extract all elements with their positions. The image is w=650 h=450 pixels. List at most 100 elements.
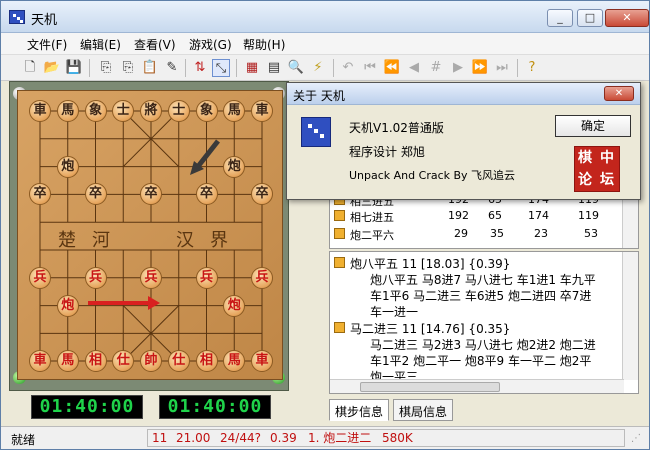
moves-scrollbar[interactable]: [622, 198, 638, 248]
toolbar-separator: [517, 59, 518, 77]
menu-view[interactable]: 查看(V): [134, 36, 176, 53]
analysis-line: 车1平6 马二进三 车6进5 炮二进四 卒7进: [370, 289, 592, 303]
piece-black-elephant[interactable]: 象: [84, 100, 107, 122]
copy-icon[interactable]: ⎘: [97, 59, 115, 77]
resize-grip-icon[interactable]: ⋰: [631, 433, 641, 444]
piece-red-elephant[interactable]: 相: [84, 350, 107, 372]
checkbox-icon[interactable]: [334, 228, 345, 239]
dialog-crack: Unpack And Crack By 飞风追云: [349, 169, 516, 182]
analysis-line: 炮八平五 11 [18.03] {0.39}: [350, 257, 511, 271]
undo-icon[interactable]: ↶: [339, 59, 357, 77]
piece-red-chariot[interactable]: 車: [251, 350, 273, 372]
clock-right: 01:40:00: [159, 395, 271, 419]
piece-black-advisor[interactable]: 士: [167, 100, 190, 122]
moves-list[interactable]: 相三进五 192 65 174 119 相七进五 192 65 174 119 …: [329, 197, 639, 249]
piece-black-pawn[interactable]: 卒: [195, 183, 218, 206]
piece-red-pawn[interactable]: 兵: [140, 266, 162, 289]
piece-black-cannon[interactable]: 炮: [56, 155, 79, 178]
board-view-icon[interactable]: ▤: [265, 59, 283, 77]
hash-icon[interactable]: #: [427, 59, 445, 77]
piece-red-elephant[interactable]: 相: [195, 350, 218, 372]
piece-black-general[interactable]: 將: [140, 100, 162, 122]
menu-edit[interactable]: 编辑(E): [80, 36, 121, 53]
piece-black-chariot[interactable]: 車: [251, 100, 273, 122]
window-title: 天机: [31, 13, 58, 28]
piece-red-advisor[interactable]: 仕: [167, 350, 190, 372]
board-frame: 楚河 汉界 車 馬 象 士 將 士 象 馬 車 炮 炮 卒 卒 卒 卒 卒 兵 …: [9, 81, 289, 391]
piece-black-cannon[interactable]: 炮: [223, 155, 246, 178]
dialog-version: 天机V1.02普通版: [349, 121, 444, 135]
minimize-button[interactable]: _: [547, 9, 573, 27]
piece-red-pawn[interactable]: 兵: [84, 266, 107, 289]
piece-red-pawn[interactable]: 兵: [251, 266, 273, 289]
next-five-icon[interactable]: ⏩: [471, 59, 489, 77]
checkbox-icon[interactable]: [334, 257, 345, 268]
prev-move-icon[interactable]: ◀: [405, 59, 423, 77]
help-icon[interactable]: ?: [523, 59, 541, 77]
piece-red-pawn[interactable]: 兵: [29, 266, 51, 289]
open-folder-icon[interactable]: 📂: [43, 59, 61, 77]
dialog-title-bar: 关于 天机 ✕: [287, 83, 640, 105]
piece-black-pawn[interactable]: 卒: [84, 183, 107, 206]
toolbar-separator: [236, 59, 237, 77]
piece-red-horse[interactable]: 馬: [56, 350, 79, 372]
app-logo-icon: [301, 117, 331, 147]
edit-icon[interactable]: ✎: [163, 59, 181, 77]
status-ready: 就绪: [11, 433, 36, 447]
zoom-icon[interactable]: 🔍: [287, 59, 305, 77]
app-icon: [9, 10, 25, 24]
tab-game-info[interactable]: 棋局信息: [393, 399, 454, 421]
info-tabs: 棋步信息 棋局信息: [329, 399, 639, 421]
dialog-close-button[interactable]: ✕: [604, 86, 634, 101]
board-setup-icon[interactable]: ▦: [243, 59, 261, 77]
main-window: 天机 _ □ ✕ 文件(F) 编辑(E) 查看(V) 游戏(G) 帮助(H) 🗋…: [0, 0, 650, 450]
paste-icon[interactable]: 📋: [141, 59, 159, 77]
chess-board[interactable]: 楚河 汉界 車 馬 象 士 將 士 象 馬 車 炮 炮 卒 卒 卒 卒 卒 兵 …: [17, 90, 283, 380]
menu-help[interactable]: 帮助(H): [243, 36, 285, 53]
checkbox-icon[interactable]: [334, 210, 345, 221]
close-button[interactable]: ✕: [605, 9, 649, 27]
analysis-line: 炮八平五 马8进7 马八进七 车1进1 车九平: [370, 273, 596, 287]
piece-black-horse[interactable]: 馬: [56, 100, 79, 122]
new-file-icon[interactable]: 🗋: [21, 59, 39, 77]
about-dialog: 关于 天机 ✕ 天机V1.02普通版 程序设计 郑旭 Unpack And Cr…: [286, 82, 641, 200]
tab-move-info[interactable]: 棋步信息: [329, 399, 390, 421]
piece-red-cannon[interactable]: 炮: [56, 294, 79, 317]
copy-board-icon[interactable]: ⎘: [119, 59, 137, 77]
analysis-hscrollbar[interactable]: [330, 379, 624, 393]
piece-red-chariot[interactable]: 車: [29, 350, 51, 372]
list-item[interactable]: 相七进五 192 65 174 119: [330, 208, 622, 224]
piece-black-chariot[interactable]: 車: [29, 100, 51, 122]
menu-bar: 文件(F) 编辑(E) 查看(V) 游戏(G) 帮助(H): [1, 33, 649, 55]
checkbox-icon[interactable]: [334, 322, 345, 333]
next-move-icon[interactable]: ▶: [449, 59, 467, 77]
clock-left: 01:40:00: [31, 395, 143, 419]
piece-red-general[interactable]: 帥: [140, 350, 162, 372]
ok-button[interactable]: 确定: [555, 115, 631, 137]
think-icon[interactable]: ⚡: [309, 59, 327, 77]
engine-status: 11 21.00 24/44? 0.39 1. 炮二进二 580K: [147, 429, 625, 447]
list-item[interactable]: 炮二平六 29 35 23 53: [330, 226, 622, 242]
connect-icon[interactable]: ⤡: [212, 59, 230, 77]
analysis-line: 车一进一: [370, 305, 419, 319]
save-icon[interactable]: 💾: [65, 59, 83, 77]
analysis-panel[interactable]: 炮八平五 11 [18.03] {0.39} 炮八平五 马8进7 马八进七 车1…: [329, 251, 639, 394]
piece-red-pawn[interactable]: 兵: [195, 266, 218, 289]
dialog-title: 关于 天机: [293, 89, 345, 103]
maximize-button[interactable]: □: [577, 9, 603, 27]
first-move-icon[interactable]: ⏮: [361, 59, 379, 77]
analysis-line: 车1平2 炮二平一 炮8平9 车一平二 炮2平: [370, 354, 592, 368]
prev-five-icon[interactable]: ⏪: [383, 59, 401, 77]
river-label-left: 楚河: [58, 230, 126, 251]
menu-file[interactable]: 文件(F): [27, 36, 67, 53]
flip-icon[interactable]: ⇅: [191, 59, 209, 77]
toolbar: 🗋 📂 💾 ⎘ ⎘ 📋 ✎ ⇅ ⤡ ▦ ▤ 🔍 ⚡ ↶ ⏮ ⏪ ◀ # ▶ ⏩ …: [1, 55, 649, 81]
analysis-vscrollbar[interactable]: [622, 252, 638, 380]
menu-game[interactable]: 游戏(G): [189, 36, 232, 53]
toolbar-separator: [333, 59, 334, 77]
toolbar-separator: [185, 59, 186, 77]
last-move-icon[interactable]: ⏭: [493, 59, 511, 77]
piece-red-cannon[interactable]: 炮: [223, 294, 246, 317]
piece-black-elephant[interactable]: 象: [195, 100, 218, 122]
scroll-thumb[interactable]: [360, 382, 500, 392]
